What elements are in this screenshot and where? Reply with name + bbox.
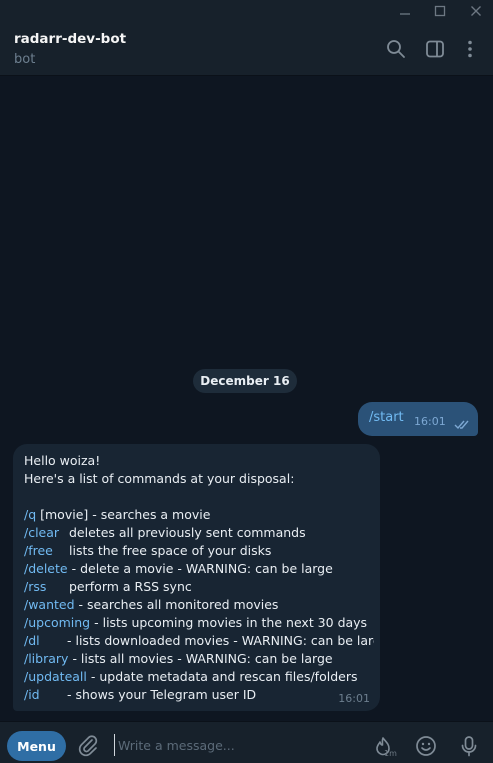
command-description: - searches all monitored movies [78,597,279,612]
sidebar-toggle-icon[interactable] [422,36,448,62]
command-link[interactable]: /id [24,686,67,704]
chat-header: radarr-dev-bot bot [0,22,493,76]
command-line: /clear deletes all previously sent comman… [24,524,374,542]
message-list[interactable]: December 16 /start 16:01 Hello woiza! He… [0,77,493,721]
message-body: Hello woiza! Here's a list of commands a… [24,452,374,704]
command-description: - update metadata and rescan files/folde… [90,669,358,684]
command-description: - delete a movie - WARNING: can be large [71,561,333,576]
command-description: - lists upcoming movies in the next 30 d… [94,615,368,630]
command-link[interactable]: /updateall [24,668,87,686]
outgoing-message[interactable]: /start 16:01 [358,402,478,436]
command-description: - shows your Telegram user ID [67,687,257,702]
message-time: 16:01 [338,692,370,705]
command-link[interactable]: /clear [24,524,69,542]
command-line: /wanted - searches all monitored movies [24,596,374,614]
command-link[interactable]: /dl [24,632,67,650]
close-icon[interactable] [461,0,491,22]
emoji-icon[interactable] [413,733,439,759]
bot-menu-button[interactable]: Menu [7,731,66,761]
command-link[interactable]: /rss [24,578,69,596]
message-input[interactable] [114,734,354,756]
command-line: /q [movie] - searches a movie [24,506,374,524]
search-icon[interactable] [383,36,409,62]
message-time: 16:01 [414,415,446,428]
command-description: - lists all movies - WARNING: can be lar… [72,651,333,666]
command-link[interactable]: /delete [24,560,68,578]
command-description: lists the free space of your disks [69,543,272,558]
command-line: /upcoming - lists upcoming movies in the … [24,614,374,632]
command-link[interactable]: /upcoming [24,614,90,632]
command-line: /dl - lists downloaded movies - WARNING: … [24,632,374,650]
command-description: - lists downloaded movies - WARNING: can… [67,633,374,648]
command-description: [movie] - searches a movie [36,507,211,522]
chat-title[interactable]: radarr-dev-bot [14,31,126,47]
double-check-icon [454,415,472,434]
minimize-icon[interactable] [390,0,420,22]
date-separator: December 16 [193,369,297,393]
command-link[interactable]: /q [24,506,36,524]
message-composer: Menu 1m [0,721,493,763]
command-link[interactable]: /wanted [24,596,75,614]
command-line: /updateall - update metadata and rescan f… [24,668,374,686]
message-greeting: Hello woiza! [24,453,101,468]
paperclip-icon[interactable] [76,733,100,757]
microphone-icon[interactable] [456,733,482,759]
command-line: /delete - delete a movie - WARNING: can b… [24,560,374,578]
message-intro: Here's a list of commands at your dispos… [24,471,295,486]
command-description: deletes all previously sent commands [69,525,306,540]
chat-status: bot [14,52,36,67]
window-titlebar [0,0,493,22]
command-line: /free lists the free space of your disks [24,542,374,560]
command-line: /id - shows your Telegram user ID [24,686,374,704]
command-link[interactable]: /free [24,542,69,560]
command-link[interactable]: /library [24,650,68,668]
more-vert-icon[interactable] [457,36,483,62]
maximize-icon[interactable] [425,0,455,22]
incoming-message[interactable]: Hello woiza! Here's a list of commands a… [13,444,380,711]
message-command-link[interactable]: /start [369,410,404,425]
command-line: /rss perform a RSS sync [24,578,374,596]
command-line: /library - lists all movies - WARNING: ca… [24,650,374,668]
slow-mode-label: 1m [384,749,397,758]
command-description: perform a RSS sync [69,579,192,594]
